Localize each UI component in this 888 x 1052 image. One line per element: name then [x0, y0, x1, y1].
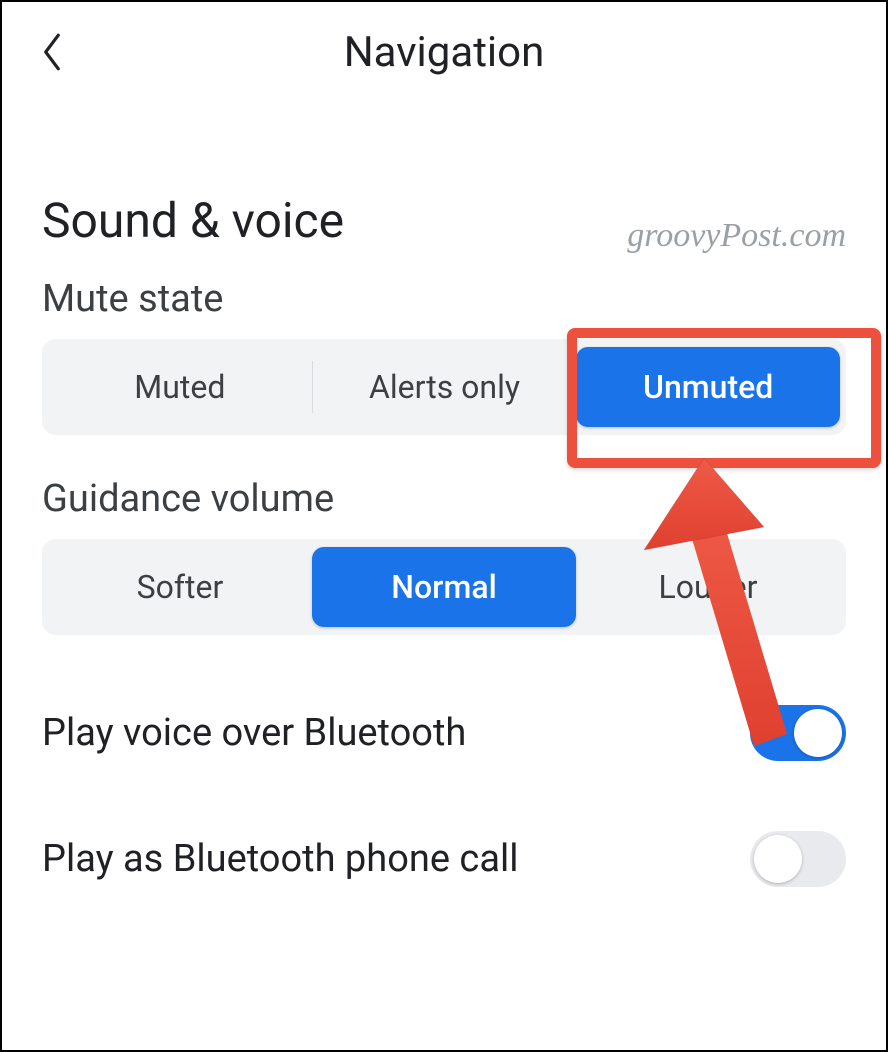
- segment-normal[interactable]: Normal: [312, 547, 576, 627]
- page-title: Navigation: [344, 28, 545, 77]
- sound-voice-section: Sound & voice Mute state Muted Alerts on…: [2, 192, 886, 887]
- mute-state-label: Mute state: [42, 277, 846, 321]
- bluetooth-voice-label: Play voice over Bluetooth: [42, 711, 466, 755]
- bluetooth-phone-label: Play as Bluetooth phone call: [42, 837, 518, 881]
- watermark-text: groovyPost.com: [627, 217, 846, 255]
- guidance-volume-segmented: Softer Normal Louder: [42, 539, 846, 635]
- segment-unmuted[interactable]: Unmuted: [576, 347, 840, 427]
- toggle-thumb: [754, 835, 802, 883]
- guidance-volume-label: Guidance volume: [42, 477, 846, 521]
- segment-softer[interactable]: Softer: [48, 547, 312, 627]
- toggle-thumb: [794, 709, 842, 757]
- segment-alerts-only[interactable]: Alerts only: [313, 347, 577, 427]
- header: Navigation: [2, 2, 886, 102]
- segment-louder[interactable]: Louder: [576, 547, 840, 627]
- row-bluetooth-voice: Play voice over Bluetooth: [42, 705, 846, 761]
- back-button[interactable]: [30, 30, 74, 74]
- mute-state-segmented: Muted Alerts only Unmuted: [42, 339, 846, 435]
- bluetooth-phone-toggle[interactable]: [750, 831, 846, 887]
- bluetooth-voice-toggle[interactable]: [750, 705, 846, 761]
- chevron-left-icon: [39, 31, 65, 73]
- segment-muted[interactable]: Muted: [48, 347, 312, 427]
- row-bluetooth-phone: Play as Bluetooth phone call: [42, 831, 846, 887]
